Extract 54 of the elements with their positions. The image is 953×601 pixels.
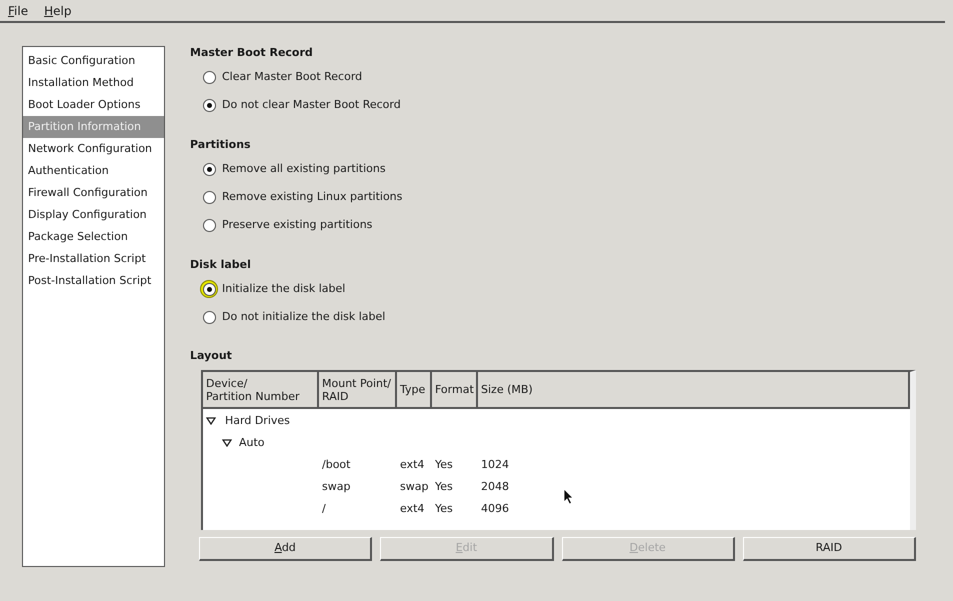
radio-label: Remove existing Linux partitions — [222, 188, 402, 205]
section-heading: Partitions — [190, 138, 252, 152]
column-header[interactable]: Size (MB) — [478, 372, 908, 407]
expander-icon[interactable] — [221, 438, 233, 448]
radio-button[interactable] — [201, 69, 217, 85]
radio-label: Remove all existing partitions — [222, 160, 386, 177]
table-cell-text: Yes — [434, 456, 454, 473]
sidebar-item[interactable]: Firewall Configuration — [23, 182, 164, 204]
menu-item[interactable]: Help — [44, 2, 72, 20]
radio-label: Do not clear Master Boot Record — [222, 96, 401, 113]
pointer-icon — [563, 488, 574, 505]
radio-label: Preserve existing partitions — [222, 216, 372, 233]
radio-label: Do not initialize the disk label — [222, 308, 386, 325]
section-heading: Disk label — [190, 258, 252, 272]
table-cell-text: 1024 — [480, 456, 510, 473]
radio-button[interactable] — [201, 161, 217, 177]
table-cell-text: 4096 — [480, 500, 510, 517]
action-button[interactable]: RAID — [742, 537, 916, 561]
radio-button[interactable] — [201, 97, 217, 113]
sidebar-item[interactable]: Authentication — [23, 160, 164, 182]
radio-button[interactable] — [201, 189, 217, 205]
table-cell-text: / — [321, 500, 327, 517]
column-header[interactable]: Device/ Partition Number — [203, 372, 319, 407]
column-header[interactable]: Format — [432, 372, 478, 407]
sidebar-item[interactable]: Boot Loader Options — [23, 94, 164, 116]
action-button[interactable]: Add — [199, 537, 372, 561]
menu-item[interactable]: File — [8, 2, 28, 20]
radio-button[interactable] — [201, 281, 217, 297]
expander-icon[interactable] — [205, 416, 217, 426]
sidebar-item[interactable]: Display Configuration — [23, 204, 164, 226]
sidebar-item[interactable]: Basic Configuration — [23, 50, 164, 72]
table-cell-text: /boot — [321, 456, 352, 473]
radio-button[interactable] — [201, 309, 217, 325]
table-cell-text: ext4 — [399, 456, 426, 473]
sidebar-item[interactable]: Post-Installation Script — [23, 270, 164, 292]
sidebar-item[interactable]: Installation Method — [23, 72, 164, 94]
table-cell-text: swap — [399, 478, 430, 495]
column-header[interactable]: Type — [397, 372, 432, 407]
table-cell-text: 2048 — [480, 478, 510, 495]
tree-item[interactable]: Auto — [239, 434, 265, 452]
section-heading: Layout — [190, 349, 233, 363]
sidebar-item[interactable]: Network Configuration — [23, 138, 164, 160]
sidebar-item[interactable]: Package Selection — [23, 226, 164, 248]
table-cell-text: Yes — [434, 478, 454, 495]
tree-item[interactable]: Hard Drives — [225, 412, 290, 430]
sidebar-item[interactable]: Pre-Installation Script — [23, 248, 164, 270]
column-header[interactable]: Mount Point/ RAID — [319, 372, 397, 407]
table-cell-text: swap — [321, 478, 352, 495]
table-cell-text: Yes — [434, 500, 454, 517]
radio-label: Initialize the disk label — [222, 280, 346, 297]
section-heading: Master Boot Record — [190, 46, 314, 60]
table-cell-text: ext4 — [399, 500, 426, 517]
radio-button[interactable] — [201, 217, 217, 233]
radio-label: Clear Master Boot Record — [222, 68, 362, 85]
